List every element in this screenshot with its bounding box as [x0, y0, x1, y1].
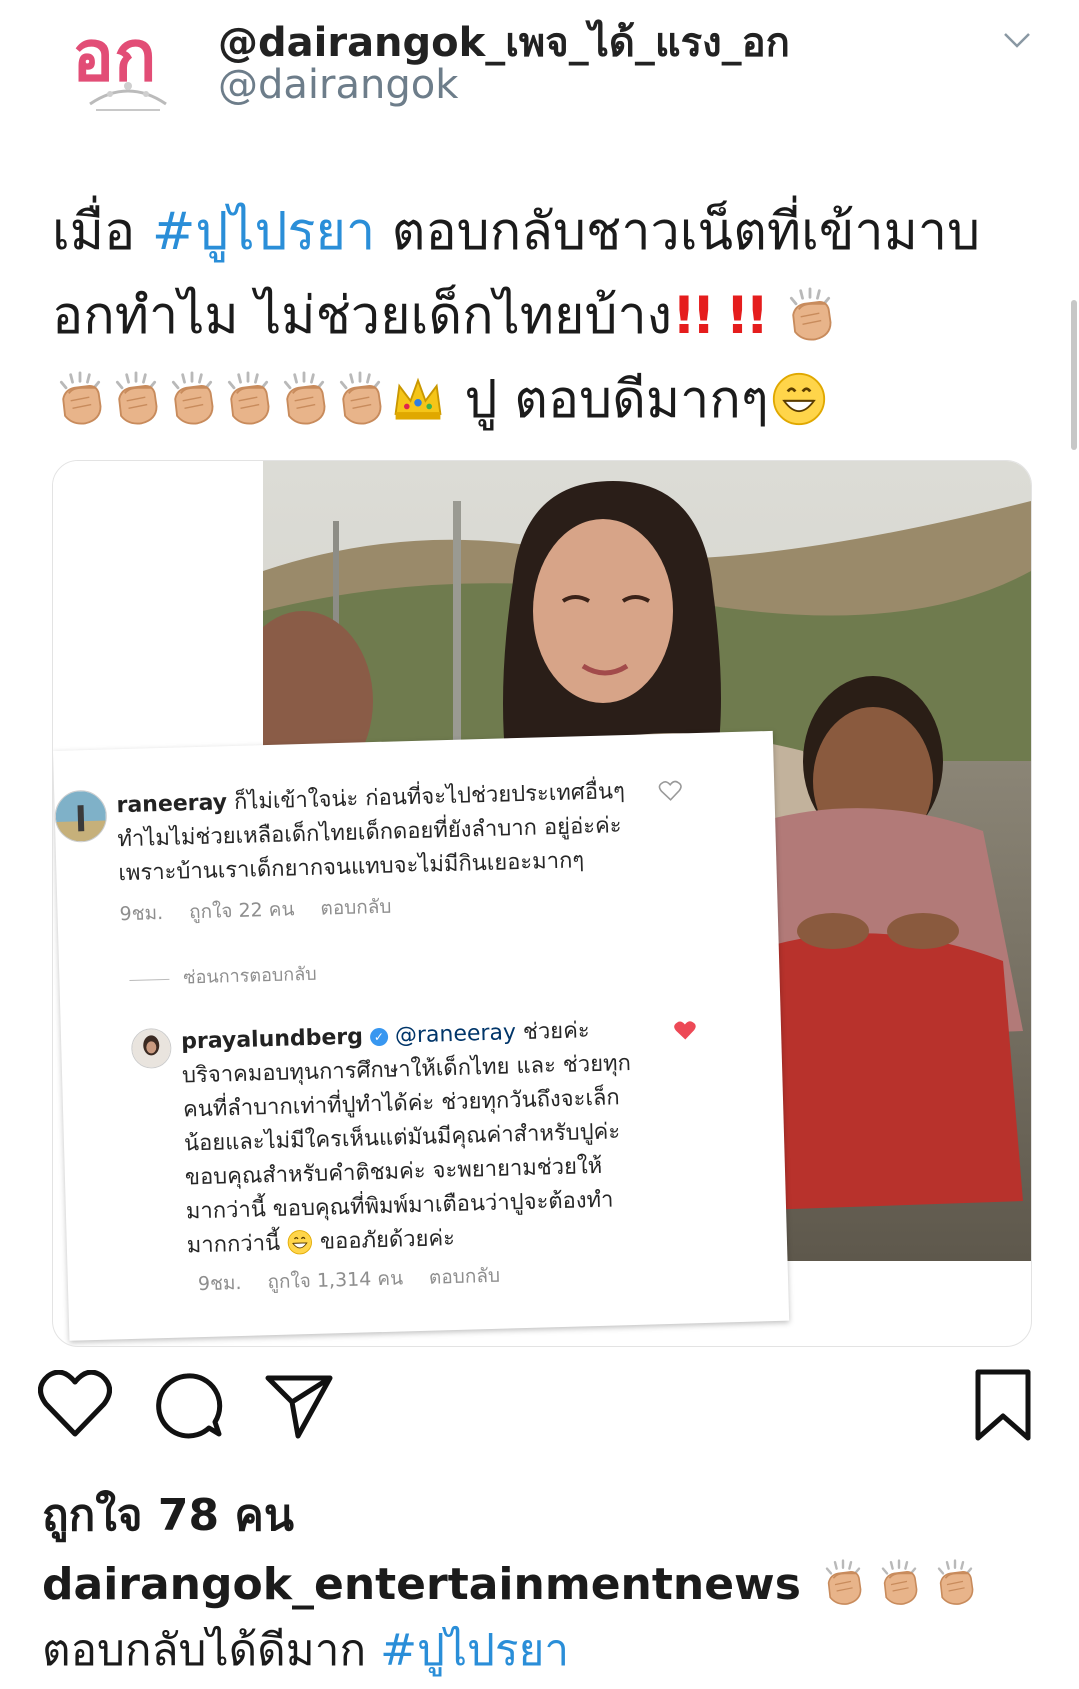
clapping-hands-emoji: [332, 371, 388, 427]
comment-time: 9ชม.: [197, 1271, 242, 1296]
like-count[interactable]: ถูกใจ 78 คน: [42, 1480, 294, 1550]
caption-username[interactable]: dairangok_entertainmentnews: [42, 1559, 801, 1610]
clapping-hands-emoji: [220, 371, 276, 427]
hide-replies-link[interactable]: ซ่อนการตอบกลับ: [129, 959, 317, 993]
reply-link[interactable]: ตอบกลับ: [429, 1265, 501, 1289]
crown-emoji: [388, 371, 448, 427]
comment-username[interactable]: raneeray: [116, 790, 227, 818]
card-left-panel: [53, 461, 265, 781]
bookmark-icon[interactable]: [972, 1368, 1034, 1444]
comment-icon[interactable]: [150, 1370, 224, 1442]
scrollbar-thumb[interactable]: [1071, 300, 1077, 450]
post-caption: dairangok_entertainmentnews ตอบกลับได้ดี…: [42, 1552, 1042, 1684]
tweet-header: อก @dairangok_เพจ_ได้_แรง_อก @dairangok: [0, 0, 1079, 140]
clapping-hands-emoji: [782, 287, 838, 343]
account-handle[interactable]: @dairangok: [218, 62, 458, 108]
clapping-hands-emoji: [875, 1559, 923, 1607]
comment-body: ช่วยค่ะ บริจาคมอบทุนการศึกษาให้เด็กไทย แ…: [181, 1018, 632, 1259]
comments-screenshot: raneeray ก็ไม่เข้าใจน่ะ ก่อนที่จะไปช่วยป…: [53, 730, 790, 1341]
comment-mention[interactable]: @raneeray: [395, 1020, 517, 1048]
comment-meta: 9ชม. ถูกใจ 1,314 คน ตอบกลับ: [198, 1260, 527, 1299]
clapping-hands-emoji: [276, 371, 332, 427]
account-logo[interactable]: อก: [70, 14, 188, 118]
comment-raneeray: raneeray ก็ไม่เข้าใจน่ะ ก่อนที่จะไปช่วยป…: [116, 775, 639, 891]
tweet-hashtag[interactable]: #ปูไปรยา: [152, 202, 375, 262]
verified-icon: ✓: [369, 1027, 389, 1047]
clapping-hands-emoji: [819, 1559, 867, 1607]
grinning-emoji: [769, 371, 829, 427]
heart-icon[interactable]: [658, 779, 683, 802]
comment-like-count[interactable]: ถูกใจ 1,314 คน: [267, 1267, 403, 1293]
comment-prayalundberg: prayalundberg ✓ @raneeray ช่วยค่ะ บริจาค…: [181, 1013, 642, 1264]
heart-icon[interactable]: [38, 1370, 112, 1440]
tweet-text: เมื่อ #ปูไปรยา ตอบกลับชาวเน็ตที่เข้ามาบอ…: [52, 190, 1042, 442]
caption-text: ตอบกลับได้ดีมาก: [42, 1625, 381, 1676]
tweet-text-part1: เมื่อ: [52, 202, 152, 262]
chevron-down-icon[interactable]: [1002, 30, 1032, 50]
comment-body-end: ขออภัยด้วยค่ะ: [312, 1225, 456, 1255]
post-action-bar: [0, 1368, 1079, 1460]
svg-text:อก: อก: [72, 15, 156, 97]
comment-time: 9ชม.: [119, 901, 164, 926]
tweet-exclamations: !! !!: [672, 286, 769, 346]
embedded-image-card[interactable]: raneeray ก็ไม่เข้าใจน่ะ ก่อนที่จะไปช่วยป…: [52, 460, 1032, 1347]
avatar[interactable]: [54, 789, 108, 843]
clapping-hands-emoji: [108, 371, 164, 427]
heart-icon[interactable]: [673, 1019, 698, 1042]
smile-emoji: [287, 1229, 314, 1256]
clapping-hands-emoji: [931, 1559, 979, 1607]
caption-hashtag[interactable]: #ปูไปรยา: [380, 1625, 569, 1676]
tweet-text-part3: ปู ตอบดีมากๆ: [448, 370, 769, 430]
comment-like-count[interactable]: ถูกใจ 22 คน: [189, 898, 295, 923]
comment-meta: 9ชม. ถูกใจ 22 คน ตอบกลับ: [119, 891, 418, 929]
clapping-hands-emoji: [164, 371, 220, 427]
avatar[interactable]: [130, 1027, 172, 1069]
comment-username[interactable]: prayalundberg: [181, 1024, 363, 1054]
clapping-hands-emoji: [52, 371, 108, 427]
share-icon[interactable]: [262, 1370, 336, 1442]
reply-link[interactable]: ตอบกลับ: [320, 896, 392, 920]
